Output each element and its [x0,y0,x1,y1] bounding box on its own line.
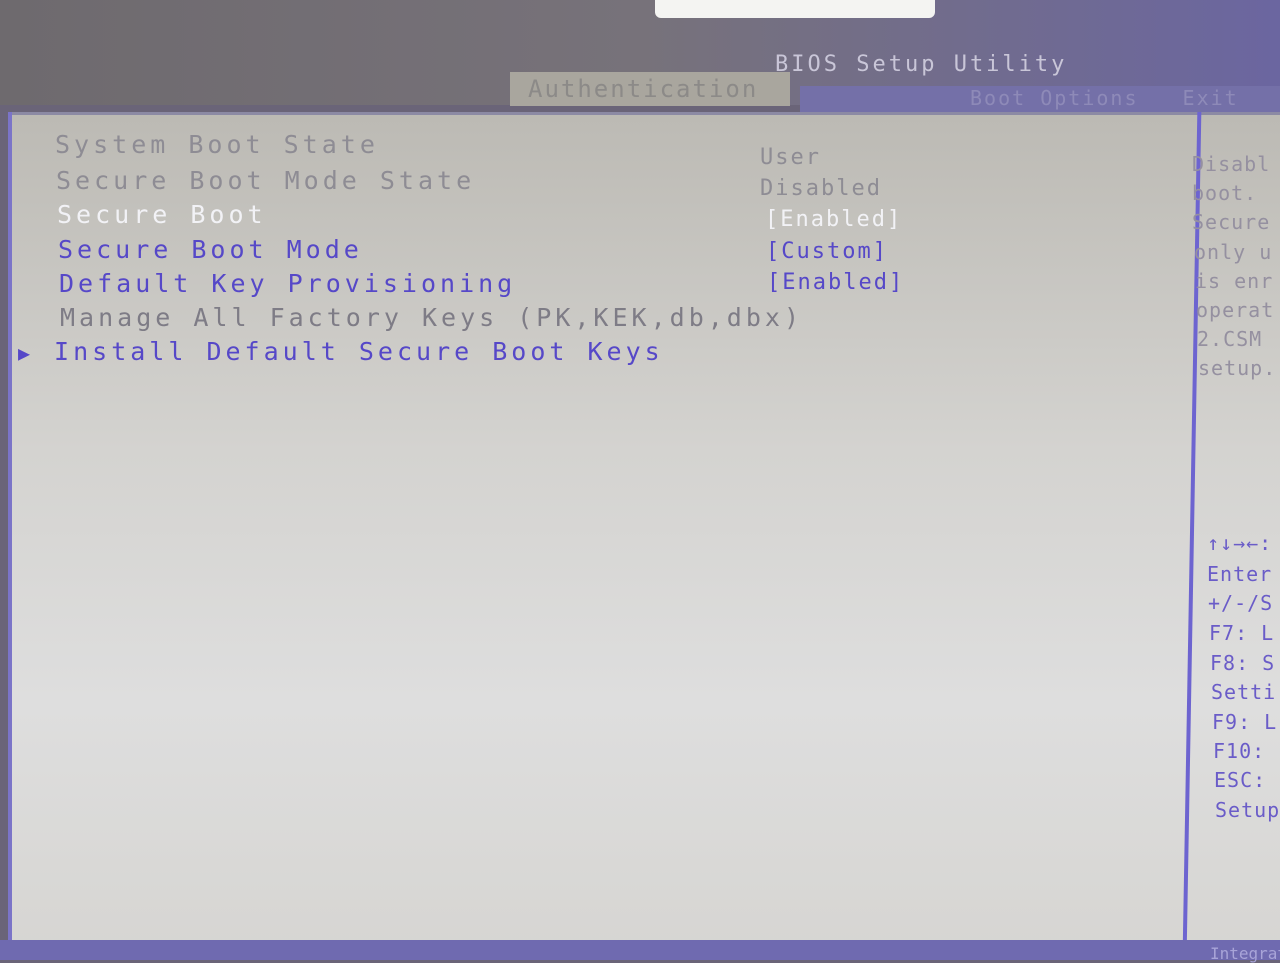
value-secure-boot-mode-state: Disabled [760,176,882,201]
setting-manage-factory-keys: Manage All Factory Keys (PK,KEK,db,dbx) [60,303,803,332]
key-legend-f8: F8: S [1210,651,1276,675]
submenu-install-default-keys[interactable]: ▶ Install Default Secure Boot Keys [18,337,664,366]
help-line: 2.CSM [1197,327,1263,351]
submenu-label: Install Default Secure Boot Keys [54,337,664,366]
panel-border [8,112,12,960]
help-line: Secure [1192,210,1271,234]
key-legend-f9: F9: L [1212,710,1278,734]
value-secure-boot-mode[interactable]: [Custom] [766,239,888,264]
help-line: Disabl [1192,152,1271,176]
help-line: is enr [1195,269,1274,293]
key-legend-settings: Setti [1211,680,1277,704]
key-legend-f7: F7: L [1209,621,1275,645]
setting-default-key-provisioning[interactable]: Default Key Provisioning [59,269,516,298]
screen-glare [655,0,935,18]
setting-secure-boot-mode-state: Secure Boot Mode State [56,166,476,195]
footer-bar [0,940,1280,960]
help-line: operat [1196,298,1275,322]
help-line: boot. [1192,181,1258,205]
tab-authentication[interactable]: Authentication [510,72,790,106]
tab-boot-options[interactable]: Boot Options [970,86,1139,110]
bios-title: BIOS Setup Utility [775,52,1068,77]
key-legend-setup: Setup [1215,798,1280,822]
key-legend-navigate: ↑↓→←: [1207,531,1273,555]
value-system-boot-state: User [760,145,821,170]
submenu-arrow-icon: ▶ [18,341,35,365]
value-secure-boot[interactable]: [Enabled] [765,207,902,232]
help-line: setup. [1198,356,1277,380]
setting-system-boot-state: System Boot State [55,130,379,159]
footer-text: Integrat [1210,944,1280,963]
tab-bar: Boot Options Exit [800,86,1280,112]
key-legend-esc: ESC: [1214,768,1267,792]
value-default-key-provisioning[interactable]: [Enabled] [767,270,904,295]
tab-exit[interactable]: Exit [1183,86,1239,110]
key-legend-change: +/-/S [1208,591,1274,615]
key-legend-enter: Enter [1207,562,1273,586]
setting-secure-boot-mode[interactable]: Secure Boot Mode [58,235,363,264]
help-line: only u [1194,240,1273,264]
key-legend-f10: F10: [1213,739,1266,763]
setting-secure-boot[interactable]: Secure Boot [57,200,267,229]
